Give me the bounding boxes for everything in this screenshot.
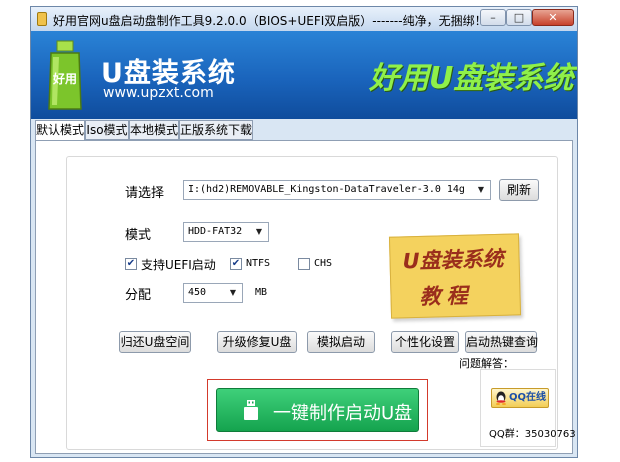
banner-slogan: 好用U盘装系统 [369,61,574,96]
chevron-down-icon: ▼ [477,185,485,194]
restore-usb-space-button[interactable]: 归还U盘空间 [119,331,191,353]
tutorial-note[interactable]: U盘装系统 教程 [388,233,522,319]
tutorial-note-subtitle: 教程 [419,283,474,309]
uefi-checkbox[interactable]: ✔ [125,258,137,270]
chs-checkbox-label[interactable]: CHS [314,258,332,269]
app-window: 好用官网u盘启动盘制作工具9.2.0.0（BIOS+UEFI双启版）------… [30,6,578,458]
device-select-label: 请选择 [125,186,165,201]
tab-local-mode[interactable]: 本地模式 [129,120,179,140]
upgrade-repair-usb-button[interactable]: 升级修复U盘 [217,331,297,353]
app-icon [37,12,47,26]
qq-group-number: QQ群：35030763 [489,429,576,440]
alloc-unit: MB [255,287,268,298]
tab-genuine-download[interactable]: 正版系统下载 [179,120,253,140]
maximize-button[interactable]: □ [506,9,532,26]
alloc-select-value: 450 [188,287,207,298]
tab-iso-mode[interactable]: Iso模式 [85,120,129,140]
ntfs-checkbox[interactable]: ✔ [230,258,242,270]
usb-drive-icon [244,400,258,420]
uefi-checkbox-label[interactable]: 支持UEFI启动 [141,256,216,273]
bottle-logo-icon: 好用 [48,40,82,110]
make-boot-usb-label: 一键制作启动U盘 [273,403,413,424]
device-select[interactable]: I:(hd2)REMOVABLE_Kingston-DataTraveler-3… [183,180,491,200]
chs-checkbox[interactable] [298,258,310,270]
close-button[interactable]: ✕ [532,9,574,26]
header-banner: 好用 U盘装系统 www.upzxt.com 好用U盘装系统 [31,31,577,119]
chevron-down-icon: ▼ [229,288,237,297]
alloc-select[interactable]: 450 ▼ [183,283,243,303]
mode-label: 模式 [125,228,152,243]
ntfs-checkbox-label[interactable]: NTFS [246,258,270,269]
help-box: QQ在线 QQ群：35030763 [480,369,576,447]
tutorial-note-title: U盘装系统 [402,246,504,274]
simulate-boot-button[interactable]: 模拟启动 [307,331,375,353]
primary-highlight-frame: 一键制作启动U盘 [207,379,428,441]
window-title: 好用官网u盘启动盘制作工具9.2.0.0（BIOS+UEFI双启版）------… [53,14,487,28]
qq-penguin-icon [496,391,506,405]
alloc-label: 分配 [125,288,152,303]
brand-url[interactable]: www.upzxt.com [103,85,214,101]
personalize-settings-button[interactable]: 个性化设置 [391,331,459,353]
logo-text: 好用 [52,71,77,86]
title-bar[interactable]: 好用官网u盘启动盘制作工具9.2.0.0（BIOS+UEFI双启版）------… [31,7,577,31]
tab-default-mode[interactable]: 默认模式 [35,120,85,141]
make-boot-usb-button[interactable]: 一键制作启动U盘 [216,388,419,432]
qq-online-button[interactable]: QQ在线 [491,388,549,408]
refresh-button[interactable]: 刷新 [499,179,539,201]
chevron-down-icon: ▼ [255,227,263,236]
boot-hotkey-query-button[interactable]: 启动热键查询 [465,331,538,353]
main-panel: 请选择 I:(hd2)REMOVABLE_Kingston-DataTravel… [35,140,576,454]
mode-select-value: HDD-FAT32 [188,226,243,237]
qq-online-label: QQ在线 [509,392,547,403]
settings-area: 请选择 I:(hd2)REMOVABLE_Kingston-DataTravel… [66,156,576,450]
minimize-button[interactable]: – [480,9,506,26]
device-select-value: I:(hd2)REMOVABLE_Kingston-DataTraveler-3… [188,184,465,195]
mode-select[interactable]: HDD-FAT32 ▼ [183,222,269,242]
